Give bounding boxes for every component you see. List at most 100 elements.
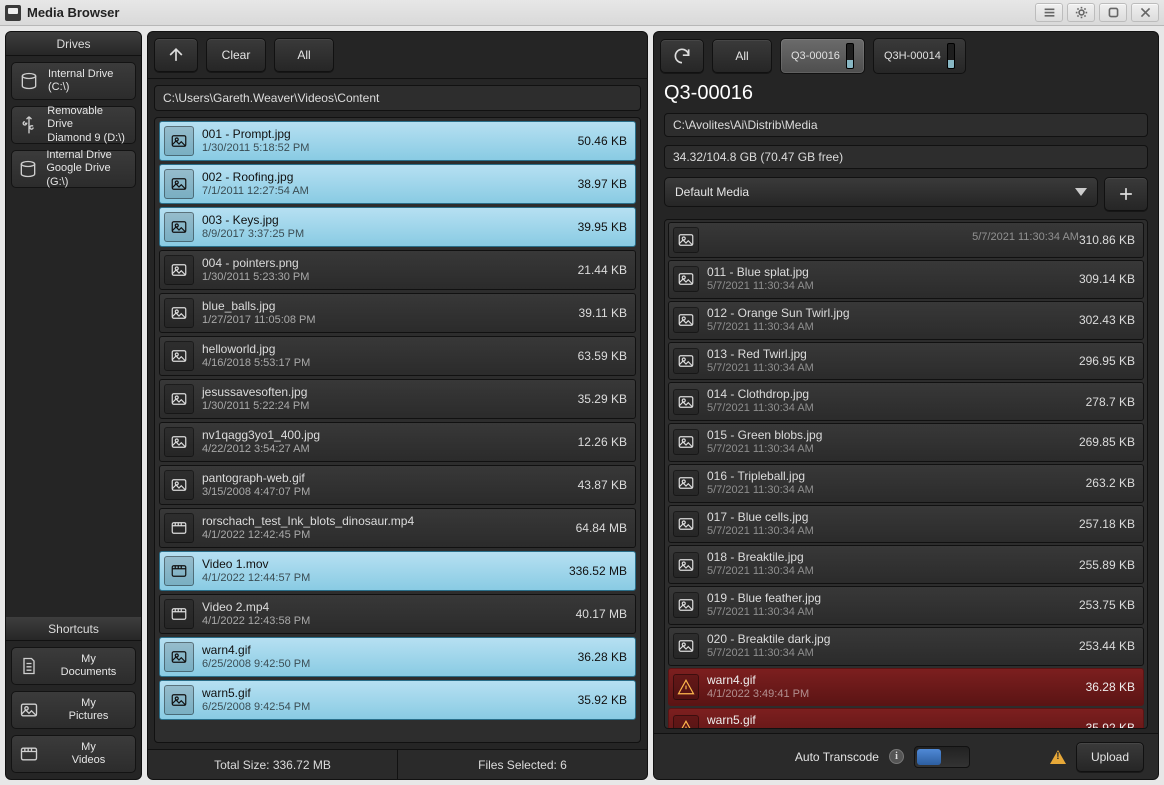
- file-row[interactable]: 5/7/2021 11:30:34 AM 310.86 KB: [668, 222, 1144, 258]
- file-row[interactable]: warn4.gif 6/25/2008 9:42:50 PM 36.28 KB: [159, 637, 636, 677]
- file-date: 5/7/2021 11:30:34 AM: [707, 565, 1079, 579]
- file-date: 4/22/2012 3:54:27 AM: [202, 443, 578, 457]
- file-row[interactable]: 014 - Clothdrop.jpg 5/7/2021 11:30:34 AM…: [668, 382, 1144, 421]
- image-icon: [673, 307, 699, 333]
- target-tab[interactable]: Q3-00016: [780, 38, 865, 74]
- file-row[interactable]: rorschach_test_Ink_blots_dinosaur.mp4 4/…: [159, 508, 636, 548]
- file-name: 012 - Orange Sun Twirl.jpg: [707, 306, 1079, 321]
- doc-icon: [18, 655, 40, 677]
- file-date: 4/1/2022 12:42:45 PM: [202, 529, 576, 543]
- file-row[interactable]: 012 - Orange Sun Twirl.jpg 5/7/2021 11:3…: [668, 301, 1144, 340]
- hdd-icon: [18, 70, 40, 92]
- image-icon: [673, 470, 699, 496]
- file-name: helloworld.jpg: [202, 342, 578, 357]
- file-row[interactable]: Video 2.mp4 4/1/2022 12:43:58 PM 40.17 M…: [159, 594, 636, 634]
- file-date: 5/7/2021 11:30:34 AM: [707, 402, 1086, 416]
- drive-item[interactable]: Internal DriveGoogle Drive (G:\): [11, 150, 136, 188]
- file-size: 12.26 KB: [578, 435, 627, 449]
- file-row[interactable]: 015 - Green blobs.jpg 5/7/2021 11:30:34 …: [668, 423, 1144, 462]
- file-row[interactable]: jesussavesoften.jpg 1/30/2011 5:22:24 PM…: [159, 379, 636, 419]
- file-row[interactable]: blue_balls.jpg 1/27/2017 11:05:08 PM 39.…: [159, 293, 636, 333]
- hamburger-icon[interactable]: [1035, 3, 1063, 22]
- file-size: 253.44 KB: [1079, 639, 1135, 653]
- file-row[interactable]: 017 - Blue cells.jpg 5/7/2021 11:30:34 A…: [668, 505, 1144, 544]
- nav-up-button[interactable]: [154, 38, 198, 72]
- file-row[interactable]: warn4.gif 4/1/2022 3:49:41 PM 36.28 KB: [668, 668, 1144, 707]
- target-tab[interactable]: Q3H-00014: [873, 38, 966, 74]
- target-path-field[interactable]: C:\Avolites\Ai\Distrib\Media: [664, 113, 1148, 137]
- file-size: 35.92 KB: [1086, 721, 1135, 729]
- file-row[interactable]: nv1qagg3yo1_400.jpg 4/22/2012 3:54:27 AM…: [159, 422, 636, 462]
- file-row[interactable]: 013 - Red Twirl.jpg 5/7/2021 11:30:34 AM…: [668, 342, 1144, 381]
- clear-button[interactable]: Clear: [206, 38, 266, 72]
- gear-icon[interactable]: [1067, 3, 1095, 22]
- image-icon: [673, 552, 699, 578]
- total-size-label: Total Size: 336.72 MB: [148, 750, 398, 779]
- folder-dropdown[interactable]: Default Media: [664, 177, 1098, 207]
- image-icon: [164, 255, 194, 285]
- image-icon: [164, 427, 194, 457]
- file-name: nv1qagg3yo1_400.jpg: [202, 428, 578, 443]
- info-icon[interactable]: i: [889, 749, 904, 764]
- image-icon: [164, 384, 194, 414]
- usb-icon: [18, 114, 39, 136]
- file-row[interactable]: 016 - Tripleball.jpg 5/7/2021 11:30:34 A…: [668, 464, 1144, 503]
- file-row[interactable]: 003 - Keys.jpg 8/9/2017 3:37:25 PM 39.95…: [159, 207, 636, 247]
- titlebar: Media Browser: [0, 0, 1164, 26]
- file-row[interactable]: 018 - Breaktile.jpg 5/7/2021 11:30:34 AM…: [668, 545, 1144, 584]
- path-field[interactable]: C:\Users\Gareth.Weaver\Videos\Content: [154, 85, 641, 111]
- shortcut-item[interactable]: MyPictures: [11, 691, 136, 729]
- target-all-button[interactable]: All: [712, 39, 772, 73]
- shortcut-label: MyPictures: [48, 697, 129, 723]
- auto-transcode-toggle[interactable]: [914, 746, 970, 768]
- upload-button[interactable]: Upload: [1076, 742, 1144, 772]
- file-row[interactable]: 019 - Blue feather.jpg 5/7/2021 11:30:34…: [668, 586, 1144, 625]
- file-row[interactable]: 020 - Breaktile dark.jpg 5/7/2021 11:30:…: [668, 627, 1144, 666]
- file-name: warn5.gif: [202, 686, 578, 701]
- refresh-button[interactable]: [660, 39, 704, 73]
- image-icon: [673, 389, 699, 415]
- maximize-icon[interactable]: [1099, 3, 1127, 22]
- file-row[interactable]: Video 1.mov 4/1/2022 12:44:57 PM 336.52 …: [159, 551, 636, 591]
- shortcut-item[interactable]: MyDocuments: [11, 647, 136, 685]
- close-icon[interactable]: [1131, 3, 1159, 22]
- drive-item[interactable]: Internal Drive(C:\): [11, 62, 136, 100]
- file-row[interactable]: helloworld.jpg 4/16/2018 5:53:17 PM 63.5…: [159, 336, 636, 376]
- file-name: 011 - Blue splat.jpg: [707, 265, 1079, 280]
- select-all-button[interactable]: All: [274, 38, 334, 72]
- target-title: Q3-00016: [654, 76, 1158, 109]
- target-file-list[interactable]: 5/7/2021 11:30:34 AM 310.86 KB 011 - Blu…: [664, 219, 1148, 729]
- file-size: 21.44 KB: [578, 263, 627, 277]
- file-size: 309.14 KB: [1079, 272, 1135, 286]
- shortcut-item[interactable]: MyVideos: [11, 735, 136, 773]
- file-row[interactable]: 011 - Blue splat.jpg 5/7/2021 11:30:34 A…: [668, 260, 1144, 299]
- file-row[interactable]: warn5.gif 6/25/2008 9:42:54 PM 35.92 KB: [159, 680, 636, 720]
- file-date: 6/25/2008 9:42:50 PM: [202, 658, 578, 672]
- drive-label: Internal Drive(C:\): [48, 68, 113, 94]
- drive-item[interactable]: Removable DriveDiamond 9 (D:\): [11, 106, 136, 144]
- add-folder-button[interactable]: [1104, 177, 1148, 211]
- file-row[interactable]: 002 - Roofing.jpg 7/1/2011 12:27:54 AM 3…: [159, 164, 636, 204]
- video-icon: [164, 513, 194, 543]
- file-size: 43.87 KB: [578, 478, 627, 492]
- files-selected-label: Files Selected: 6: [398, 750, 647, 779]
- file-row[interactable]: 004 - pointers.png 1/30/2011 5:23:30 PM …: [159, 250, 636, 290]
- file-row[interactable]: warn5.gif 4/1/2022 3:49:41 PM 35.92 KB: [668, 708, 1144, 729]
- image-icon: [164, 126, 194, 156]
- file-row[interactable]: pantograph-web.gif 3/15/2008 4:47:07 PM …: [159, 465, 636, 505]
- file-date: 1/30/2011 5:23:30 PM: [202, 271, 578, 285]
- file-date: 7/1/2011 12:27:54 AM: [202, 185, 578, 199]
- source-file-list[interactable]: 001 - Prompt.jpg 1/30/2011 5:18:52 PM 50…: [154, 117, 641, 743]
- warn-icon: [673, 715, 699, 729]
- file-row[interactable]: 001 - Prompt.jpg 1/30/2011 5:18:52 PM 50…: [159, 121, 636, 161]
- file-date: 5/7/2021 11:30:34 AM: [707, 321, 1079, 335]
- video-icon: [164, 556, 194, 586]
- file-size: 40.17 MB: [576, 607, 627, 621]
- file-date: 1/27/2017 11:05:08 PM: [202, 314, 579, 328]
- file-name: pantograph-web.gif: [202, 471, 578, 486]
- file-name: Video 1.mov: [202, 557, 569, 572]
- file-size: 64.84 MB: [576, 521, 627, 535]
- file-size: 38.97 KB: [578, 177, 627, 191]
- warning-icon: [1050, 750, 1066, 764]
- file-date: 5/7/2021 11:30:34 AM: [972, 231, 1079, 245]
